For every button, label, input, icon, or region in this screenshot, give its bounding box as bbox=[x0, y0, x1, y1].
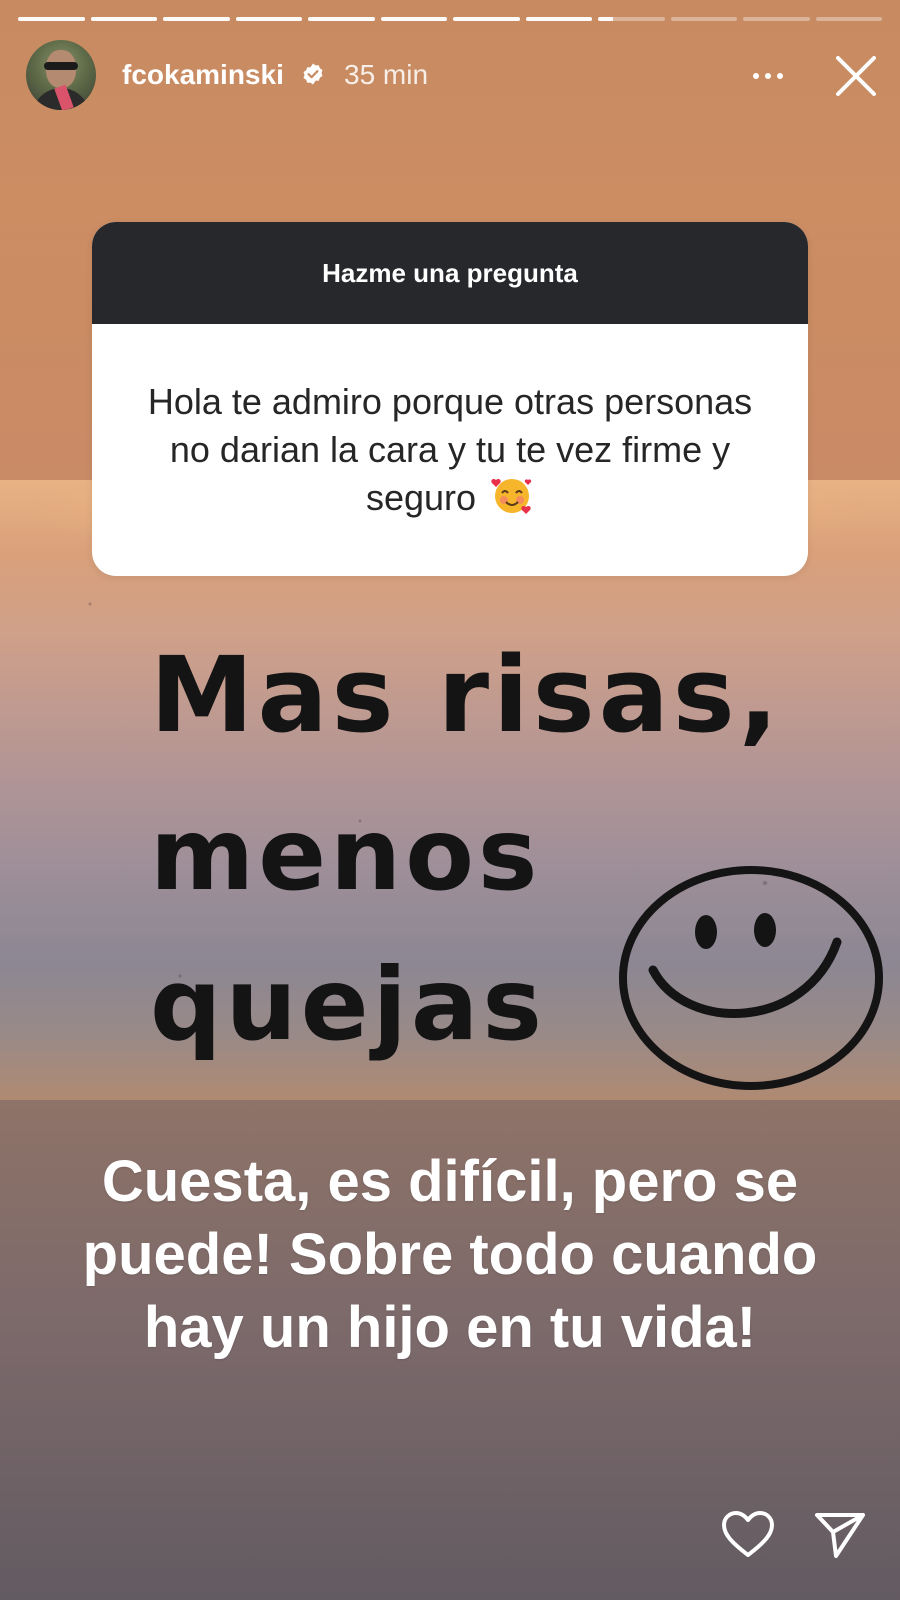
verified-badge-icon bbox=[303, 63, 323, 85]
username[interactable]: fcokaminski bbox=[122, 58, 284, 92]
question-sticker-title: Hazme una pregunta bbox=[92, 222, 808, 324]
smiling-face-with-hearts-icon bbox=[491, 478, 532, 514]
progress-segment bbox=[308, 17, 375, 21]
progress-segment bbox=[743, 17, 810, 21]
more-options-button[interactable] bbox=[746, 56, 790, 96]
progress-segment bbox=[235, 17, 302, 21]
smiley-face-drawing bbox=[619, 866, 883, 1090]
progress-segment bbox=[380, 17, 447, 21]
progress-segment bbox=[18, 17, 85, 21]
progress-segment bbox=[598, 17, 665, 21]
image-text-line-2: menos bbox=[150, 796, 542, 913]
story-caption: Cuesta, es difícil, pero se puede! Sobre… bbox=[82, 1149, 818, 1360]
progress-segment bbox=[670, 17, 737, 21]
image-text-line-1: Mas risas, bbox=[150, 634, 783, 756]
avatar[interactable] bbox=[26, 40, 96, 110]
progress-segment bbox=[90, 17, 157, 21]
story-progress-bar bbox=[18, 17, 882, 21]
progress-segment bbox=[163, 17, 230, 21]
close-icon[interactable] bbox=[832, 52, 880, 100]
progress-segment bbox=[453, 17, 520, 21]
question-sticker-body: Hola te admiro porque otras personas no … bbox=[92, 324, 808, 576]
progress-segment bbox=[815, 17, 882, 21]
post-time: 35 min bbox=[344, 59, 429, 90]
image-text-line-3: quejas bbox=[150, 946, 546, 1063]
question-text: Hola te admiro porque otras personas no … bbox=[147, 381, 753, 518]
progress-segment bbox=[525, 17, 592, 21]
heart-icon[interactable] bbox=[721, 1510, 775, 1560]
more-horizontal-icon bbox=[753, 73, 759, 79]
send-icon[interactable] bbox=[814, 1510, 866, 1560]
question-sticker[interactable]: Hazme una pregunta Hola te admiro porque… bbox=[92, 222, 808, 576]
